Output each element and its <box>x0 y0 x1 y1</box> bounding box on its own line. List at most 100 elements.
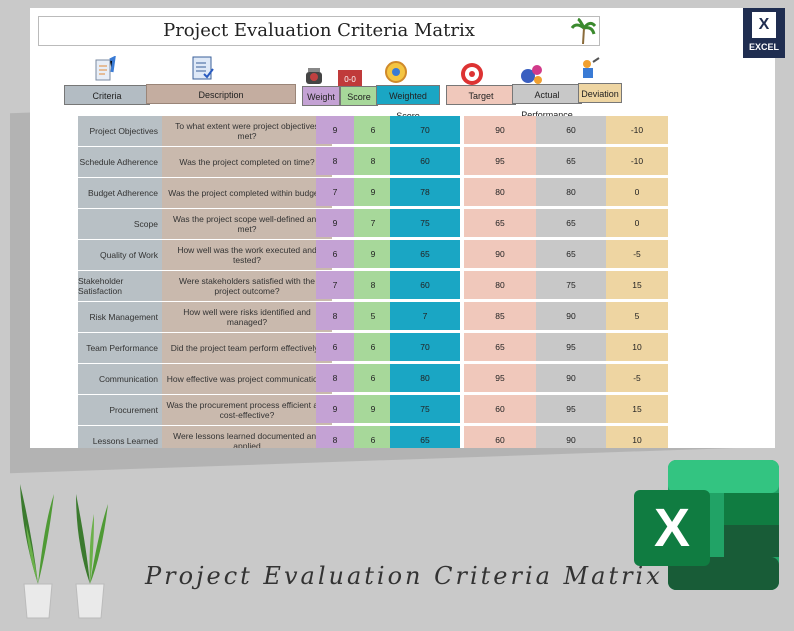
description-cell: Did the project team perform effectively… <box>162 333 332 363</box>
palm-tree-icon <box>570 18 596 44</box>
deviation-cell: -5 <box>606 240 668 268</box>
deviation-cell: 10 <box>606 333 668 361</box>
actual-cell: 95 <box>536 333 606 361</box>
description-cell: Was the project scope well-defined and m… <box>162 209 332 239</box>
clipboard-pencil-icon <box>95 56 116 81</box>
target-cell: 65 <box>464 209 536 237</box>
description-cell: Was the procurement process efficient an… <box>162 395 332 425</box>
description-cell: Were stakeholders satisfied with the pro… <box>162 271 332 301</box>
weight-cell: 7 <box>316 178 354 206</box>
actual-cell: 90 <box>536 302 606 330</box>
score-cell: 9 <box>354 240 392 268</box>
deviation-cell: -10 <box>606 147 668 175</box>
weight-cell: 6 <box>316 333 354 361</box>
excel-badge-label: EXCEL <box>748 42 779 52</box>
description-cell: How well was the work executed and teste… <box>162 240 332 270</box>
actual-cell: 90 <box>536 364 606 392</box>
wrench-figure-icon <box>583 57 600 78</box>
criteria-cell: Risk Management <box>78 302 162 332</box>
weighted-cell: 78 <box>390 178 460 206</box>
gear-chart-icon <box>385 61 407 83</box>
weighted-cell: 75 <box>390 209 460 237</box>
target-cell: 95 <box>464 364 536 392</box>
deviation-cell: 15 <box>606 271 668 299</box>
weighted-cell: 65 <box>390 240 460 268</box>
target-cell: 80 <box>464 178 536 206</box>
deviation-cell: 5 <box>606 302 668 330</box>
actual-cell: 65 <box>536 209 606 237</box>
score-cell: 6 <box>354 333 392 361</box>
weighted-cell: 80 <box>390 364 460 392</box>
score-cell: 6 <box>354 364 392 392</box>
deviation-cell: 15 <box>606 395 668 423</box>
weight-cell: 9 <box>316 395 354 423</box>
weighted-cell: 70 <box>390 116 460 144</box>
score-cell: 9 <box>354 178 392 206</box>
checklist-icon <box>192 56 214 80</box>
target-cell: 60 <box>464 395 536 423</box>
actual-cell: 80 <box>536 178 606 206</box>
criteria-cell: Quality of Work <box>78 240 162 270</box>
criteria-cell: Communication <box>78 364 162 394</box>
criteria-cell: Procurement <box>78 395 162 425</box>
description-cell: Was the project completed on time? <box>162 147 332 177</box>
weight-cell: 8 <box>316 147 354 175</box>
excel-logo-letter: X <box>654 498 690 558</box>
header-score: Score <box>340 86 378 106</box>
description-cell: Was the project completed within budget? <box>162 178 332 208</box>
criteria-cell: Stakeholder Satisfaction <box>78 271 162 301</box>
actual-cell: 60 <box>536 116 606 144</box>
scale-icon <box>306 68 322 84</box>
criteria-cell: Budget Adherence <box>78 178 162 208</box>
score-cell: 8 <box>354 147 392 175</box>
actual-cell: 65 <box>536 147 606 175</box>
weight-cell: 9 <box>316 116 354 144</box>
target-cell: 80 <box>464 271 536 299</box>
weight-cell: 6 <box>316 240 354 268</box>
weight-cell: 9 <box>316 209 354 237</box>
weight-cell: 8 <box>316 364 354 392</box>
weight-cell: 7 <box>316 271 354 299</box>
excel-icon: X <box>752 12 776 38</box>
svg-text:0-0: 0-0 <box>344 75 356 84</box>
actual-cell: 75 <box>536 271 606 299</box>
weighted-cell: 70 <box>390 333 460 361</box>
header-weight: Weight <box>302 86 340 106</box>
description-cell: How effective was project communication? <box>162 364 332 394</box>
score-cell: 9 <box>354 395 392 423</box>
header-target: Target <box>446 85 516 105</box>
criteria-cell: Schedule Adherence <box>78 147 162 177</box>
sheet-title: Project Evaluation Criteria Matrix <box>38 16 600 46</box>
description-cell: How well were risks identified and manag… <box>162 302 332 332</box>
weighted-cell: 7 <box>390 302 460 330</box>
header-criteria: Criteria <box>64 85 150 105</box>
actual-cell: 65 <box>536 240 606 268</box>
actual-cell: 95 <box>536 395 606 423</box>
score-cell: 7 <box>354 209 392 237</box>
weighted-cell: 60 <box>390 271 460 299</box>
criteria-cell: Team Performance <box>78 333 162 363</box>
footer-title: Project Evaluation Criteria Matrix <box>145 562 663 590</box>
deviation-cell: 0 <box>606 209 668 237</box>
target-cell: 90 <box>464 116 536 144</box>
excel-badge: X EXCEL <box>743 8 785 58</box>
deviation-cell: -10 <box>606 116 668 144</box>
score-cell: 5 <box>354 302 392 330</box>
deviation-cell: -5 <box>606 364 668 392</box>
header-deviation: Deviation <box>578 83 622 103</box>
description-cell: To what extent were project objectives m… <box>162 116 332 146</box>
target-cell: 90 <box>464 240 536 268</box>
header-actual-performance: Actual Performance <box>512 84 582 120</box>
plant-icon <box>20 484 54 619</box>
header-weighted-score: Weighted Score <box>376 85 440 121</box>
weight-cell: 8 <box>316 302 354 330</box>
plant-icon <box>75 494 108 619</box>
target-icon <box>461 63 483 85</box>
target-cell: 95 <box>464 147 536 175</box>
target-cell: 65 <box>464 333 536 361</box>
spreadsheet-sheet: Project Evaluation Criteria Matrix 0-0 C… <box>30 8 775 448</box>
score-cell: 6 <box>354 116 392 144</box>
weighted-cell: 60 <box>390 147 460 175</box>
excel-icon: X <box>634 460 779 590</box>
deviation-cell: 0 <box>606 178 668 206</box>
